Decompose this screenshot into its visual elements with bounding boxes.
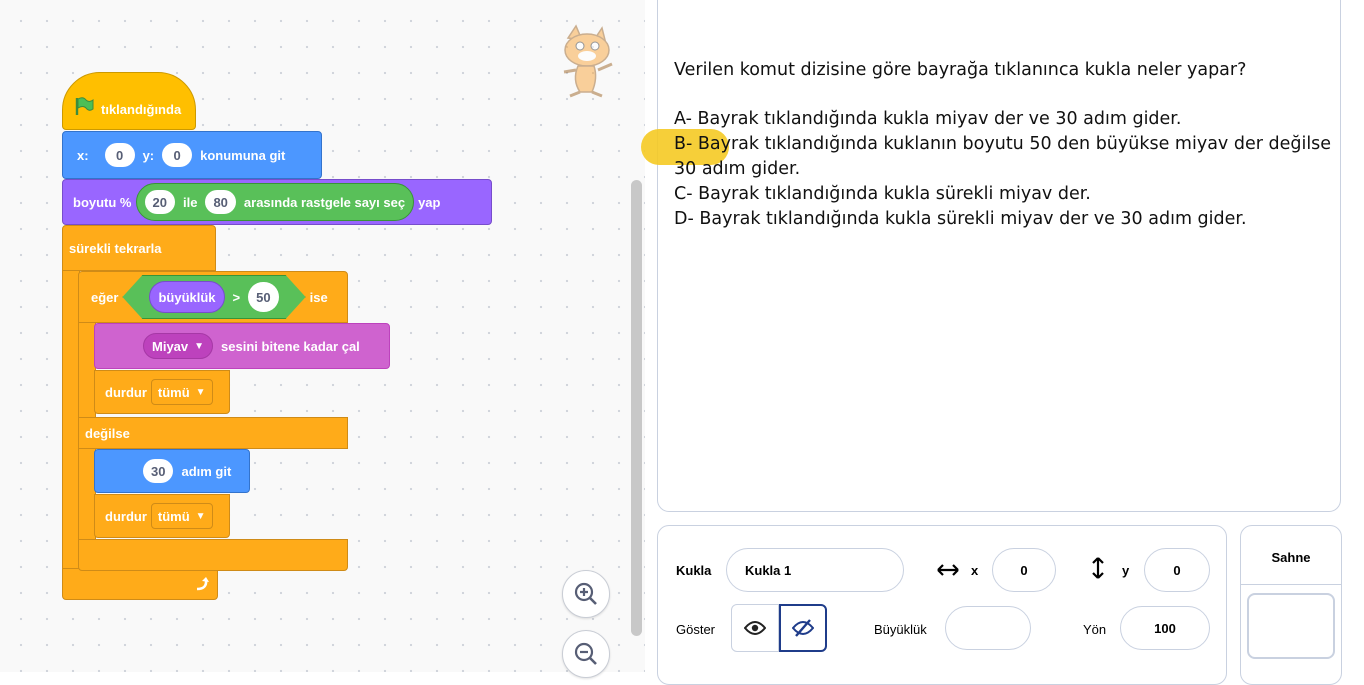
show-visible-button[interactable] [731,604,779,652]
when-flag-clicked-block[interactable]: tıklandığında [62,72,196,130]
greater-than-block[interactable]: büyüklük > 50 [122,275,305,319]
x-coordinate-input[interactable]: 0 [992,548,1056,592]
random-to-input[interactable]: 80 [205,190,236,214]
repeat-arrow-icon [196,577,209,591]
sound-dropdown[interactable]: Miyav ▼ [143,333,214,359]
stop-label-1: durdur [105,384,147,400]
if-else-block-top[interactable]: eğer büyüklük > 50 ise [78,271,348,323]
stop-option-2: tümü [157,508,190,524]
sound-name: Miyav [152,338,189,354]
event-label: tıklandığında [101,102,182,117]
sprite-name-input[interactable]: Kukla 1 [726,548,904,592]
dropdown-arrow-icon: ▼ [194,340,205,352]
dropdown-arrow-icon: ▼ [195,386,206,398]
size-reporter[interactable]: büyüklük [149,281,224,313]
compare-value-input[interactable]: 50 [248,282,278,312]
y-coordinate-value: 0 [1173,562,1181,578]
stage-pane[interactable]: Sahne [1240,525,1342,685]
zoom-in-button[interactable] [562,570,610,618]
option-d: D- Bayrak tıklandığında kukla sürekli mi… [674,209,1247,229]
code-area[interactable]: tıklandığında x: 0 y: 0 konumuna git boy… [0,0,645,678]
stop-all-block-1[interactable]: durdur tümü ▼ [94,370,230,414]
x-input[interactable]: 0 [104,143,135,167]
direction-value: 100 [1154,620,1176,636]
random-from-input[interactable]: 20 [144,190,175,214]
direction-label: Yön [1083,622,1107,637]
zoom-in-icon [574,582,597,605]
green-flag-icon [75,97,94,115]
stage-thumbnail[interactable] [1247,593,1335,659]
eye-icon [744,621,766,635]
question-prompt: Verilen komut dizisine göre bayrağa tıkl… [674,60,1247,80]
set-size-suffix: yap [418,194,441,210]
else-section: değilse [78,417,348,449]
zoom-out-button[interactable] [562,630,610,678]
code-area-scrollbar[interactable] [631,180,642,636]
stop-option-1: tümü [157,384,190,400]
sprite-info-pane: Kukla Kukla 1 x 0 y 0 Göster Büyüklük Yö… [657,525,1227,685]
sprite-name-value: Kukla 1 [745,562,792,578]
y-input[interactable]: 0 [162,143,193,167]
set-size-block[interactable]: boyutu % 20 ile 80 arasında rastgele say… [62,179,492,225]
y-coordinate-label: y [1122,563,1130,578]
direction-input[interactable]: 100 [1120,606,1210,650]
steps-input[interactable]: 30 [143,459,174,483]
greater-operator: > [232,289,241,305]
sprite-label: Kukla [676,563,712,578]
show-hidden-button[interactable] [779,604,827,652]
dropdown-arrow-icon: ▼ [195,510,206,522]
stop-option-dropdown-1[interactable]: tümü ▼ [150,379,213,405]
move-text: adım git [181,463,232,479]
option-c: C- Bayrak tıklandığında kukla sürekli mi… [674,184,1091,204]
random-text: arasında rastgele sayı seç [243,194,406,210]
forever-block-bottom [62,568,218,600]
then-label: ise [309,289,328,305]
move-steps-block[interactable]: 30 adım git [94,449,250,493]
else-label: değilse [85,425,130,441]
set-size-prefix: boyutu % [73,194,132,210]
go-to-xy-block[interactable]: x: 0 y: 0 konumuna git [62,131,322,179]
question-text: Verilen komut dizisine göre bayrağa tıkl… [674,58,1334,232]
option-b: B- Bayrak tıklandığında kuklanın boyutu … [674,134,1332,179]
stop-option-dropdown-2[interactable]: tümü ▼ [150,503,213,529]
y-label: y: [142,147,155,163]
stop-label-2: durdur [105,508,147,524]
horizontal-arrows-icon [937,564,959,576]
x-coordinate-value: 0 [1020,562,1028,578]
x-coordinate-label: x [971,563,979,578]
forever-label: sürekli tekrarla [69,240,162,256]
random-ile-label: ile [182,194,198,210]
show-label: Göster [676,622,716,637]
x-label: x: [77,147,89,163]
play-sound-block[interactable]: Miyav ▼ sesini bitene kadar çal [94,323,390,369]
sprite-cat-icon [563,24,613,98]
goto-suffix: konumuna git [200,147,286,163]
play-sound-text: sesini bitene kadar çal [221,338,360,354]
stop-all-block-2[interactable]: durdur tümü ▼ [94,494,230,538]
pick-random-block[interactable]: 20 ile 80 arasında rastgele sayı seç [135,183,415,221]
y-coordinate-input[interactable]: 0 [1144,548,1210,592]
stage-title: Sahne [1271,550,1311,565]
size-input[interactable] [945,606,1031,650]
option-a: A- Bayrak tıklandığında kukla miyav der … [674,109,1182,129]
size-label: Büyüklük [874,622,927,637]
forever-block-top[interactable]: sürekli tekrarla [62,225,216,271]
zoom-out-icon [574,642,597,665]
stage-divider [1241,584,1341,585]
vertical-arrows-icon [1092,557,1104,579]
if-else-block-bottom [78,539,348,571]
eye-hidden-icon [792,619,814,637]
if-label: eğer [91,289,119,305]
